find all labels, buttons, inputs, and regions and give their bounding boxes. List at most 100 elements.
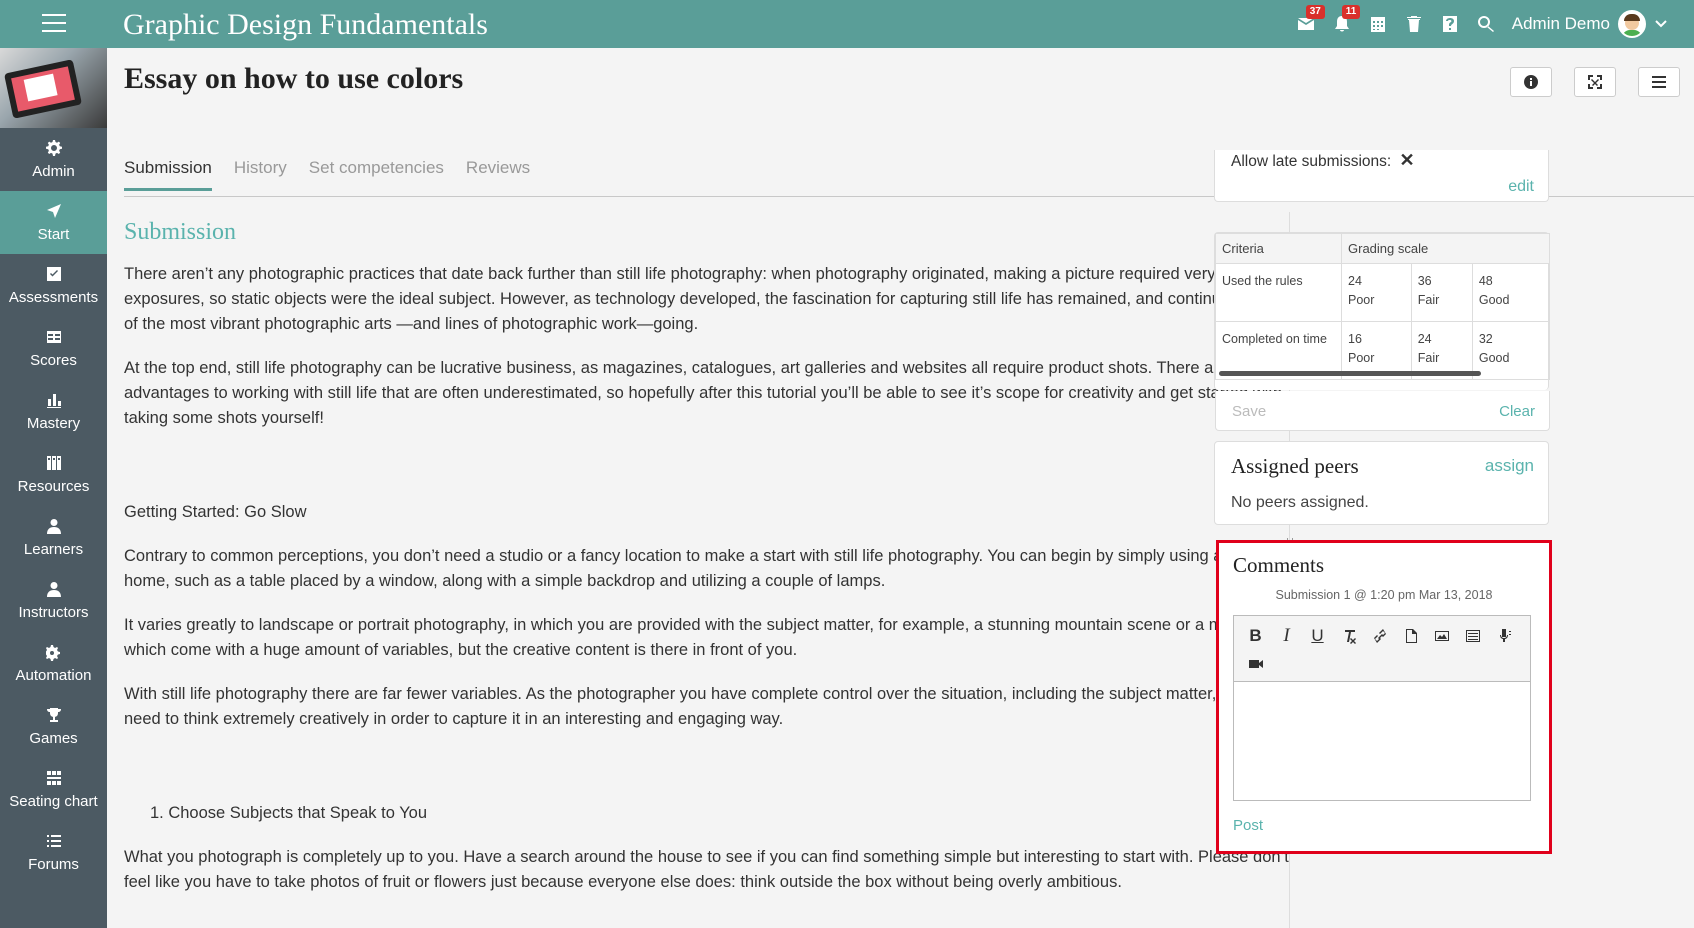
user-icon [46,582,61,597]
rubric-level[interactable]: 32 Good [1471,321,1551,380]
tab-bar: Submission History Set competencies Revi… [124,158,530,191]
top-bar: Graphic Design Fundamentals 37 11 Admin … [0,0,1694,48]
sidebar-item-seating-chart[interactable]: Seating chart [0,758,107,821]
edit-link[interactable]: edit [1508,178,1534,196]
notifications-badge: 11 [1341,5,1361,19]
user-name[interactable]: Admin Demo [1512,14,1610,34]
late-submissions-label: Allow late submissions: [1231,153,1392,170]
sidebar-item-label: Seating chart [9,793,98,810]
submission-heading: Submission [124,219,237,245]
list-item: 1. Choose Subjects that Speak to You [150,804,428,822]
sidebar-item-label: Resources [17,478,90,495]
post-button[interactable]: Post [1233,817,1263,834]
list-icon [46,835,61,847]
paragraph: Contrary to common perceptions, you don’… [124,547,1290,590]
sidebar-item-mastery[interactable]: Mastery [0,380,107,443]
sidebar-item-label: Instructors [18,604,89,621]
sidebar-item-admin[interactable]: Admin [0,128,107,191]
microphone-icon[interactable] [1488,622,1519,650]
trophy-icon [46,708,61,722]
underline-icon[interactable]: U [1302,622,1333,650]
horizontal-scrollbar[interactable] [1219,371,1481,376]
rubric-card: Criteria Grading scale Used the rules 24… [1214,232,1551,431]
notifications-button[interactable]: 11 [1324,0,1361,48]
settings-card: Allow late submissions: ✕ edit [1214,150,1549,202]
help-button[interactable] [1432,0,1468,48]
page-title: Essay on how to use colors [124,62,464,95]
chevron-down-icon[interactable] [1654,17,1668,31]
messages-button[interactable]: 37 [1288,0,1325,48]
tab-set-competencies[interactable]: Set competencies [309,158,444,191]
comments-title: Comments [1233,553,1325,577]
assigned-peers-card: Assigned peers assign No peers assigned. [1214,441,1549,525]
editor-toolbar: B I U [1234,616,1530,682]
gear-icon [45,140,62,156]
expand-icon [1588,75,1602,89]
search-icon [1477,16,1494,32]
header-buttons [1510,67,1680,97]
top-actions: 37 11 Admin Demo [1288,0,1668,48]
tab-history[interactable]: History [234,158,287,191]
sidebar-item-assessments[interactable]: Assessments [0,254,107,317]
sidebar-item-learners[interactable]: Learners [0,506,107,569]
assign-link[interactable]: assign [1485,456,1534,476]
calendar-button[interactable] [1360,0,1396,48]
paragraph: What you photograph is completely up to … [124,848,1289,891]
bold-icon[interactable]: B [1240,622,1271,650]
submission-meta: Submission 1 @ 1:20 pm Mar 13, 2018 [1275,588,1493,602]
assigned-peers-title: Assigned peers [1231,454,1359,478]
comment-body-input[interactable] [1234,682,1530,800]
table-icon [46,331,61,343]
rubric-header-scale: Grading scale [1341,233,1550,264]
sidebar-item-label: Learners [23,541,84,558]
seating-icon [46,771,61,785]
video-icon[interactable] [1240,650,1271,678]
clear-format-icon[interactable] [1333,622,1364,650]
trash-button[interactable] [1396,0,1432,48]
sidebar-item-resources[interactable]: Resources [0,443,107,506]
link-icon[interactable] [1364,622,1395,650]
media-icon[interactable] [1457,622,1488,650]
late-submissions: Allow late submissions: ✕ [1231,150,1415,171]
question-icon [1442,16,1457,32]
clear-button[interactable]: Clear [1499,403,1535,420]
sidebar-item-games[interactable]: Games [0,695,107,758]
user-icon [46,519,61,534]
search-button[interactable] [1468,0,1504,48]
calendar-icon [1370,17,1385,32]
avatar[interactable] [1618,10,1646,38]
sidebar: Admin Start Assessments Scores Mastery Resour… [0,48,107,928]
file-icon[interactable] [1395,622,1426,650]
options-menu-button[interactable] [1638,67,1680,97]
rubric-level[interactable]: 36 Fair [1410,263,1473,322]
hamburger-menu-icon[interactable] [42,14,66,34]
info-icon [1524,75,1538,89]
paragraph: At the top end, still life photography c… [124,359,1283,427]
trash-icon [1406,16,1421,32]
bar-chart-icon [46,394,61,408]
fullscreen-button[interactable] [1574,67,1616,97]
tab-reviews[interactable]: Reviews [466,158,530,191]
messages-badge: 37 [1305,5,1325,19]
sidebar-item-automation[interactable]: Automation [0,632,107,695]
comment-editor: B I U [1233,615,1531,801]
sidebar-item-label: Forums [28,856,79,873]
sidebar-item-label: Automation [15,667,92,684]
table-row: Used the rules 24 Poor 36 Fair 48 Good [1215,263,1551,322]
sidebar-item-label: Assessments [8,289,99,306]
rubric-level[interactable]: 48 Good [1471,263,1551,322]
library-icon [46,456,61,470]
sidebar-item-scores[interactable]: Scores [0,317,107,380]
course-thumbnail[interactable] [0,48,107,128]
rubric-level[interactable]: 24 Poor [1341,263,1412,322]
tab-submission[interactable]: Submission [124,158,212,191]
italic-icon[interactable]: I [1271,622,1302,650]
save-button[interactable]: Save [1232,403,1266,420]
sidebar-item-label: Games [29,730,78,747]
sidebar-item-instructors[interactable]: Instructors [0,569,107,632]
image-icon[interactable] [1426,622,1457,650]
info-button[interactable] [1510,67,1552,97]
sidebar-item-start[interactable]: Start [0,191,107,254]
sidebar-item-forums[interactable]: Forums [0,821,107,884]
app-title[interactable]: Graphic Design Fundamentals [123,8,488,42]
